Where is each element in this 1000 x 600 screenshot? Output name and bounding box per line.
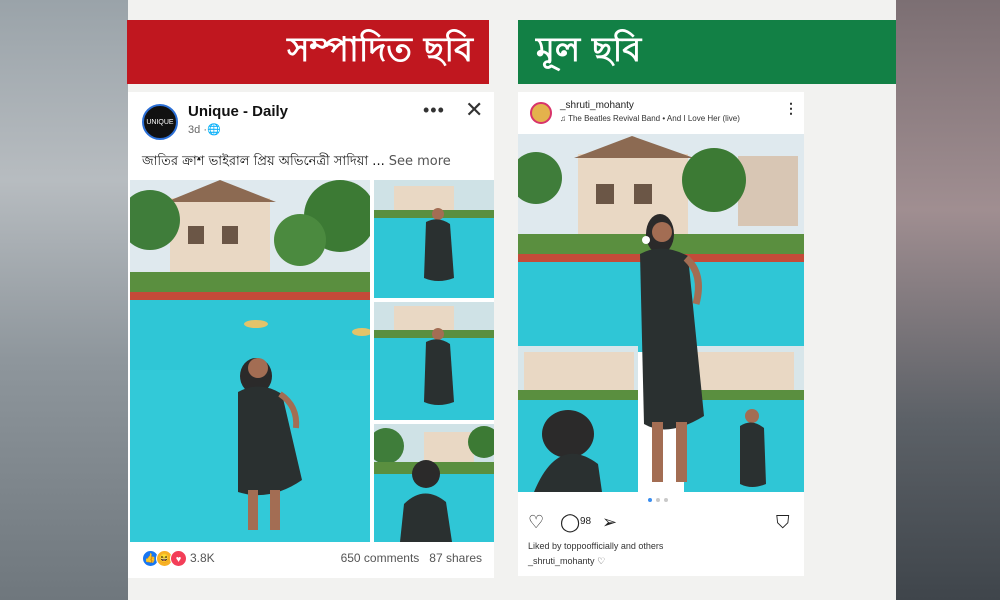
user-avatar[interactable] — [530, 102, 552, 124]
white-heart-icon: ♡ — [597, 556, 606, 566]
post-meta: 3d ·🌐 — [188, 123, 221, 136]
original-photo-label: মূল ছবি — [536, 29, 642, 70]
post-caption: জাতির ক্রাশ ভাইরাল প্রিয় অভিনেত্রী সাদি… — [142, 152, 451, 173]
post-footer: 👍 😆 ♥ 3.8K 650 comments 87 shares — [142, 550, 482, 568]
instagram-post: _shruti_mohanty ♫ The Beatles Revival Ba… — [518, 92, 804, 576]
facebook-post: UNIQUE Unique - Daily 3d ·🌐 ••• ✕ জাতির … — [128, 92, 494, 578]
page-avatar[interactable]: UNIQUE — [142, 104, 178, 140]
comment-count: 98 — [580, 516, 592, 527]
more-options-icon[interactable]: ••• — [423, 100, 445, 121]
background-blur-right — [896, 0, 1000, 600]
post-thumb-1[interactable] — [374, 180, 494, 298]
post-caption: _shruti_mohanty ♡ — [528, 556, 605, 567]
carousel-dot — [656, 498, 660, 502]
post-main-photo[interactable] — [130, 180, 370, 542]
reactions[interactable]: 👍 😆 ♥ — [142, 550, 187, 567]
more-options-icon[interactable]: ⋮ — [784, 100, 798, 117]
bookmark-icon[interactable]: ⛉ — [776, 512, 790, 533]
carousel-dot-active — [648, 498, 652, 502]
engagement-counts: 650 comments 87 shares — [341, 551, 482, 565]
caption-text: জাতির ক্রাশ ভাইরাল প্রিয় অভিনেত্রী সাদি… — [142, 154, 385, 169]
original-photo-banner: মূল ছবি — [518, 20, 896, 84]
carousel-indicator — [648, 498, 668, 502]
comment-icon[interactable]: ◯ — [560, 512, 580, 533]
music-note-icon: ♫ — [560, 114, 569, 123]
love-reaction-icon: ♥ — [170, 550, 187, 567]
post-thumb-2[interactable] — [374, 302, 494, 420]
post-time: 3d — [188, 124, 201, 136]
reaction-count[interactable]: 3.8K — [190, 551, 215, 565]
shares-count[interactable]: 87 shares — [429, 551, 482, 565]
post-actions: ♡ ◯ 98 ➢ ⛉ — [528, 512, 794, 534]
page-name[interactable]: Unique - Daily — [188, 103, 288, 120]
background-blur-left — [0, 0, 128, 600]
globe-icon: ·🌐 — [203, 124, 221, 136]
share-icon[interactable]: ➢ — [602, 512, 617, 533]
post-photo[interactable] — [518, 134, 804, 492]
edited-photo-label: সম্পাদিত ছবি — [287, 29, 473, 70]
caption-username[interactable]: _shruti_mohanty — [528, 556, 595, 566]
liked-by-text[interactable]: Liked by toppoofficially and others — [528, 541, 663, 551]
post-thumb-3[interactable] — [374, 424, 494, 542]
comments-count[interactable]: 650 comments — [341, 551, 420, 565]
edited-photo-banner: সম্পাদিত ছবি — [127, 20, 489, 84]
heart-icon[interactable]: ♡ — [528, 512, 544, 533]
carousel-dot — [664, 498, 668, 502]
close-icon[interactable]: ✕ — [465, 97, 483, 123]
audio-track[interactable]: ♫ The Beatles Revival Band • And I Love … — [560, 114, 740, 123]
see-more-link[interactable]: See more — [389, 154, 451, 169]
audio-track-label: The Beatles Revival Band • And I Love He… — [568, 114, 740, 123]
username[interactable]: _shruti_mohanty — [560, 100, 634, 111]
